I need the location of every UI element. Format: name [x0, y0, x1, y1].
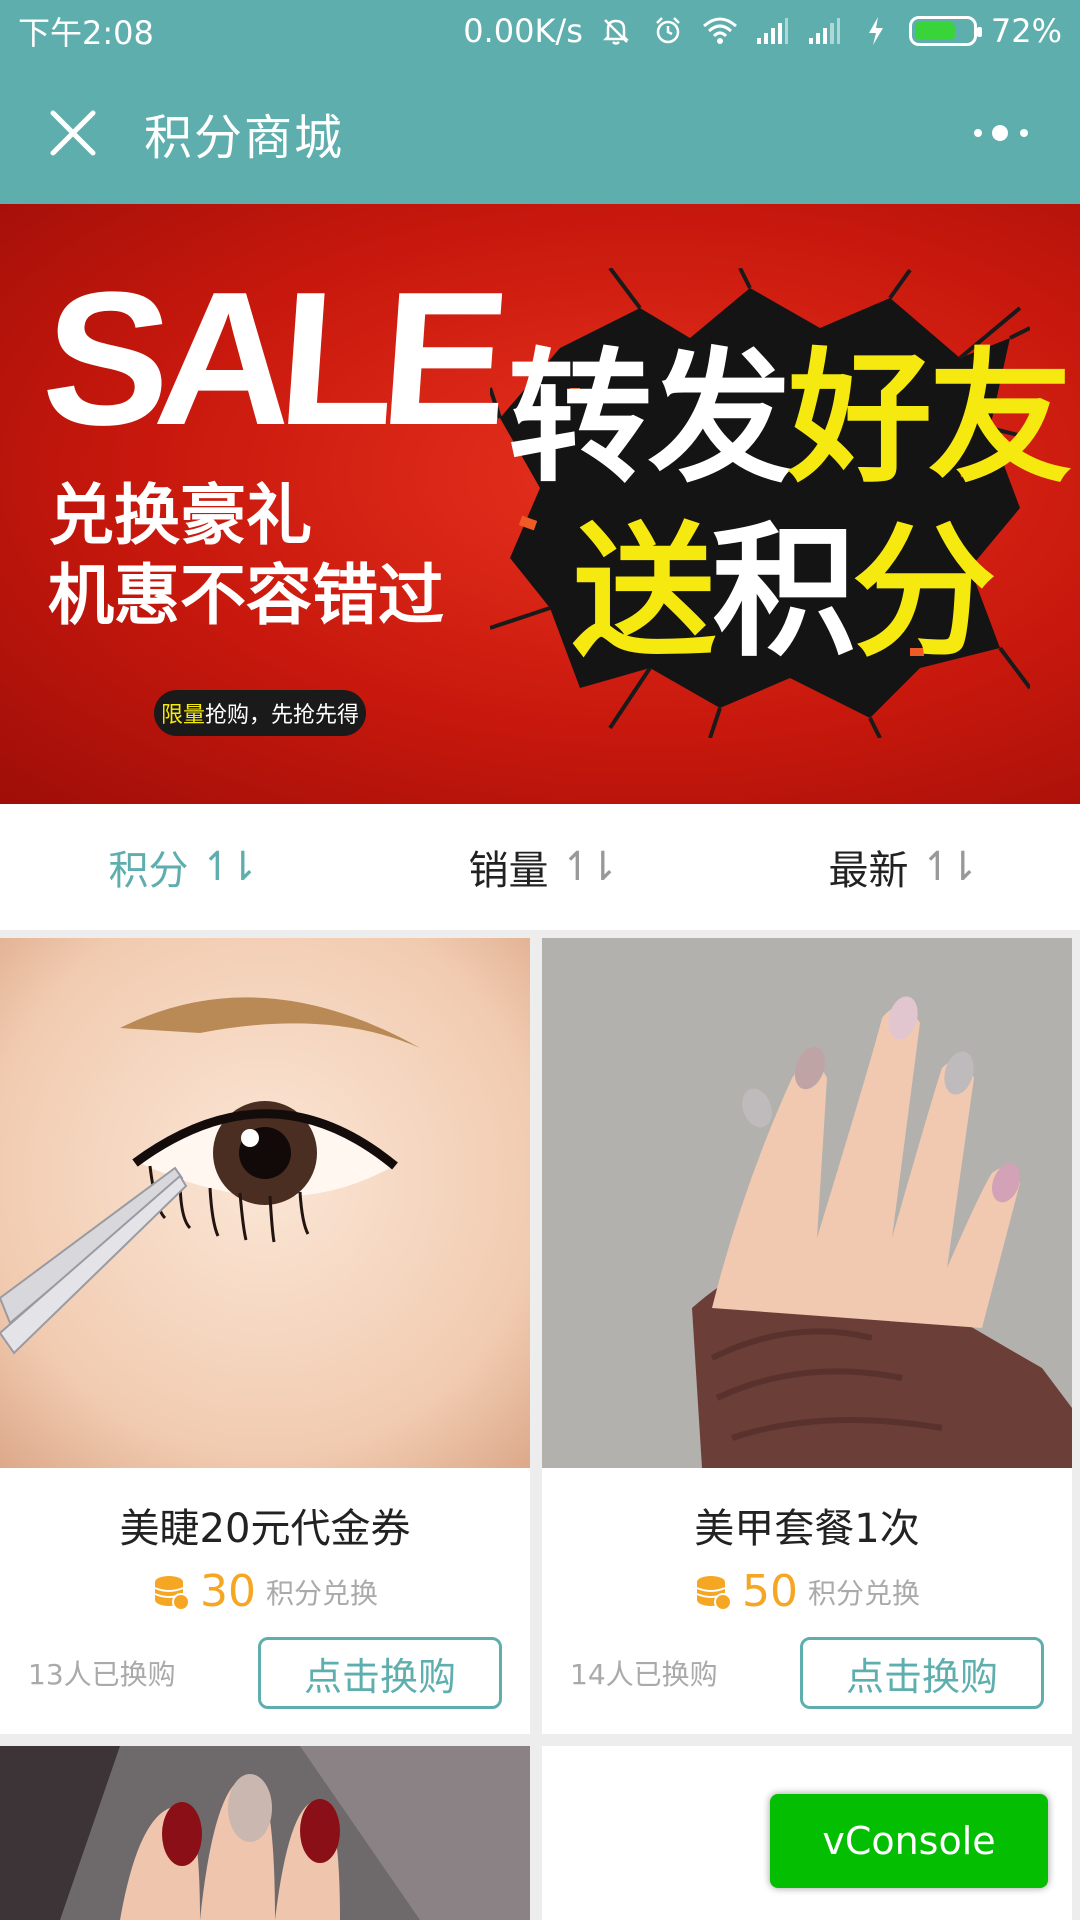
status-time: 下午2:08	[18, 14, 154, 52]
banner-headline-2: 送积分	[572, 520, 996, 664]
sort-label: 积分	[108, 848, 189, 894]
sort-by-sales[interactable]: 销量 ↿⇂	[360, 838, 720, 896]
close-button[interactable]	[18, 78, 128, 188]
product-points-label: 积分兑换	[265, 1576, 378, 1610]
banner-char: 好	[788, 334, 932, 502]
nail-art-photo	[0, 1746, 530, 1920]
product-points: 50	[741, 1566, 798, 1617]
sort-arrows-icon: ↿⇂	[560, 844, 619, 890]
product-card[interactable]: 美甲套餐1次 50 积分兑换 14人已换购 点击换购	[542, 938, 1072, 1734]
wifi-icon	[701, 12, 739, 50]
banner-char: 友	[928, 334, 1072, 502]
product-name: 美睫20元代金券	[119, 1506, 411, 1552]
vconsole-button[interactable]: vConsole	[770, 1794, 1048, 1888]
battery-icon	[908, 16, 982, 46]
status-bar: 下午2:08 0.00K/s 72%	[0, 0, 1080, 62]
product-footer: 13人已换购 点击换购	[0, 1637, 530, 1709]
alarm-icon	[649, 12, 687, 50]
promo-banner[interactable]: SALE 兑换豪礼 机惠不容错过 限量 抢购，先抢先得 转发好友 送积分	[0, 204, 1080, 804]
mute-bell-icon	[597, 12, 635, 50]
coins-icon	[696, 1575, 732, 1611]
banner-char: 分	[852, 508, 996, 676]
banner-pill-highlight: 限量	[160, 703, 205, 728]
sort-arrows-icon: ↿⇂	[200, 844, 259, 890]
product-card[interactable]: 美睫20元代金券 30 积分兑换 13人已换购 点击换购	[0, 938, 530, 1734]
product-points: 30	[199, 1566, 256, 1617]
sort-by-points[interactable]: 积分 ↿⇂	[0, 838, 360, 896]
sort-arrows-icon: ↿⇂	[920, 844, 979, 890]
signal-icon	[753, 12, 791, 50]
product-price-row: 50 积分兑换	[542, 1566, 1072, 1617]
signal-icon	[805, 12, 843, 50]
sort-by-newest[interactable]: 最新 ↿⇂	[720, 838, 1080, 896]
sort-label: 销量	[468, 848, 549, 894]
banner-char: 送	[572, 508, 716, 676]
banner-subtitle-line2: 机惠不容错过	[48, 557, 444, 634]
product-points-label: 积分兑换	[807, 1576, 920, 1610]
banner-subtitle-line1: 兑换豪礼	[48, 477, 312, 554]
close-icon	[50, 110, 96, 156]
sort-label: 最新	[828, 848, 909, 894]
title-bar: 积分商城	[0, 62, 1080, 204]
banner-subtitle: 兑换豪礼 机惠不容错过	[48, 476, 444, 636]
charging-icon	[857, 12, 895, 50]
banner-char: 积	[712, 508, 856, 676]
redeem-button[interactable]: 点击换购	[258, 1637, 502, 1709]
more-dots-icon	[974, 125, 1028, 141]
banner-char: 转	[508, 334, 652, 502]
product-card[interactable]	[0, 1746, 530, 1920]
product-footer: 14人已换购 点击换购	[542, 1637, 1072, 1709]
banner-pill: 限量 抢购，先抢先得	[154, 690, 366, 736]
more-button[interactable]	[942, 83, 1062, 183]
product-sold-count: 13人已换购	[28, 1658, 176, 1691]
banner-headline-1: 转发好友	[508, 346, 1072, 490]
coins-icon	[154, 1575, 190, 1611]
nail-photo	[542, 938, 1072, 1468]
product-price-row: 30 积分兑换	[0, 1566, 530, 1617]
banner-pill-text: 抢购，先抢先得	[205, 703, 360, 728]
eyelash-photo	[0, 938, 530, 1468]
page-title: 积分商城	[144, 110, 345, 166]
product-sold-count: 14人已换购	[570, 1658, 718, 1691]
product-name: 美甲套餐1次	[694, 1506, 920, 1552]
banner-sale-text: SALE	[36, 253, 503, 465]
network-speed: 0.00K/s	[463, 12, 583, 50]
redeem-button[interactable]: 点击换购	[800, 1637, 1044, 1709]
sort-bar: 积分 ↿⇂ 销量 ↿⇂ 最新 ↿⇂	[0, 804, 1080, 930]
battery-percent: 72%	[990, 12, 1062, 50]
banner-char: 发	[648, 334, 792, 502]
